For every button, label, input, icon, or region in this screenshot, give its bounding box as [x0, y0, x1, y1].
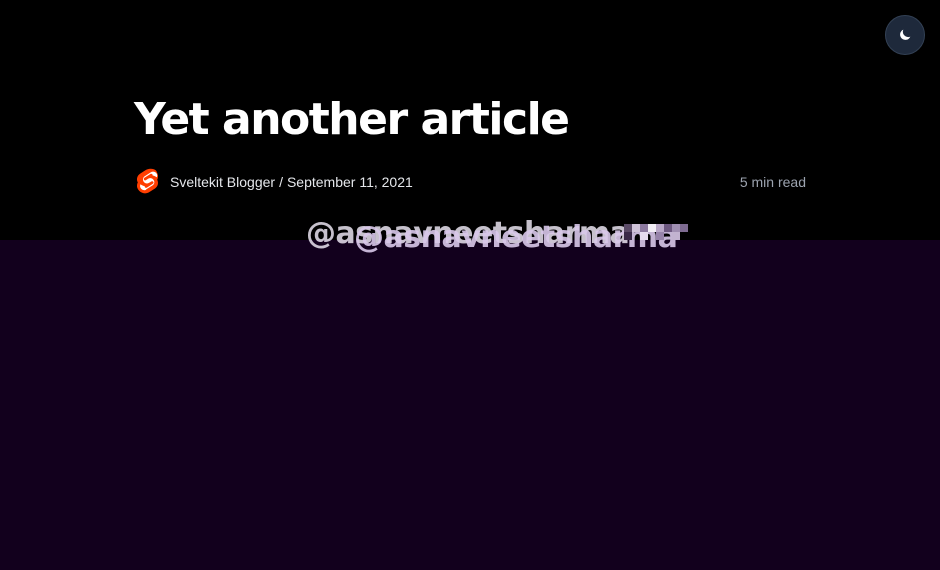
- publish-date: September 11, 2021: [286, 174, 413, 190]
- moon-icon: [900, 29, 911, 40]
- image-loading-artifact: [624, 224, 688, 240]
- page-title: Yet another article: [134, 94, 570, 145]
- hero-image: [0, 240, 940, 570]
- theme-toggle-button[interactable]: [885, 15, 925, 55]
- article-meta: Sveltekit Blogger / September 11, 2021 5…: [134, 166, 806, 198]
- svelte-logo-icon: [134, 166, 162, 198]
- read-time: 5 min read: [739, 174, 806, 190]
- meta-separator: /: [279, 174, 283, 190]
- author-name[interactable]: Sveltekit Blogger: [170, 174, 275, 190]
